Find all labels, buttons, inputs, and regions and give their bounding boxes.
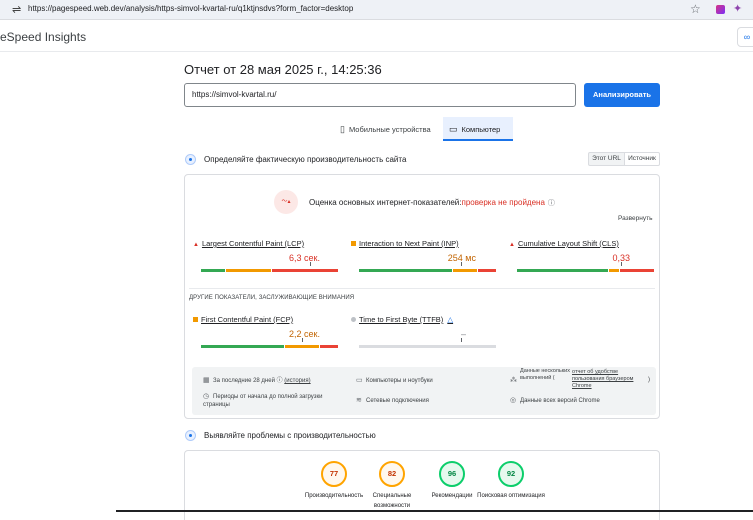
info-devices: ▭ Компьютеры и ноутбуки [356, 377, 433, 385]
field-section-title: Определяйте фактическую производительнос… [204, 155, 407, 164]
metric-cls-name: Cumulative Layout Shift (CLS) [517, 239, 619, 248]
cwv-assessment: Оценка основных интернет-показателей:про… [309, 198, 555, 208]
other-metrics-label: ДРУГИЕ ПОКАЗАТЕЛИ, ЗАСЛУЖИВАЮЩИЕ ВНИМАНИ… [189, 295, 355, 301]
app-brand[interactable]: eSpeed Insights [0, 30, 86, 44]
metric-ttfb[interactable]: Time to First Byte (TTFB) △ [351, 315, 453, 324]
metric-cls-bar [517, 269, 655, 272]
tab-mobile-label: Мобильные устройства [348, 125, 431, 134]
info-versions-text: Данные всех версий Chrome [520, 398, 600, 404]
browser-address-bar[interactable]: ⇌ https://pagespeed.web.dev/analysis/htt… [0, 0, 753, 20]
metric-fcp-value: 2,2 сек. [289, 329, 320, 339]
metric-fcp-name: First Contentful Paint (FCP) [201, 315, 294, 324]
needs-improvement-square-icon [351, 241, 356, 246]
chrome-icon: ◎ [510, 397, 517, 404]
url-input[interactable]: https://simvol-kvartal.ru/ [184, 83, 576, 107]
info-crux-label: Данные нескольких выполнений ( [520, 368, 570, 381]
crux-report-link[interactable]: отчет об удобстве пользования браузером … [572, 369, 648, 390]
expand-button[interactable]: Развернуть [618, 215, 652, 222]
report-title: Отчет от 28 мая 2025 г., 14:25:36 [184, 62, 382, 77]
copy-link-icon[interactable]: ∞ [737, 27, 753, 47]
extension-puzzle-icon[interactable]: ✦ [733, 2, 742, 15]
history-link[interactable]: (история) [284, 378, 310, 384]
analyze-button[interactable]: Анализировать [584, 83, 660, 107]
metric-cls-value: 0,33 [612, 253, 630, 263]
info-network-text: Сетевые подключения [366, 398, 429, 404]
poor-triangle-icon: ▲ [193, 242, 199, 248]
experimental-flask-icon: △ [447, 315, 454, 324]
score-gauge-performance[interactable]: 77 [321, 461, 347, 487]
metric-lcp-bar [201, 269, 339, 272]
laptop-icon: ▭ [449, 124, 458, 134]
site-settings-icon[interactable]: ⇌ [12, 3, 21, 16]
section-divider [189, 288, 655, 289]
users-icon: ⁂ [510, 377, 517, 384]
metric-inp-name: Interaction to Next Paint (INP) [359, 239, 459, 248]
metric-lcp[interactable]: ▲ Largest Contentful Paint (LCP) [193, 239, 304, 248]
help-icon[interactable]: ⓘ [277, 378, 283, 384]
metric-lcp-marker [310, 262, 311, 266]
diagnose-section-title: Выявляйте проблемы с производительностью [204, 431, 376, 440]
metric-ttfb-name: Time to First Byte (TTFB) [359, 315, 444, 324]
info-network: ≋ Сетевые подключения [356, 397, 429, 405]
diagnose-icon [185, 430, 196, 441]
info-period-text: За последние 28 дней [213, 378, 275, 384]
calendar-icon: ▦ [203, 377, 210, 384]
metric-inp[interactable]: Interaction to Next Paint (INP) [351, 239, 459, 248]
info-versions: ◎ Данные всех версий Chrome [510, 397, 600, 405]
cwv-failed-icon: 〜▴ [274, 190, 298, 214]
metric-fcp-marker [302, 338, 303, 342]
app-header: eSpeed Insights ∞ [0, 20, 753, 52]
info-duration-text: Периоды от начала до полной загрузки стр… [203, 394, 323, 408]
needs-improvement-square-icon [193, 317, 198, 322]
metric-lcp-name: Largest Contentful Paint (LCP) [201, 239, 305, 248]
metric-cls[interactable]: ▲ Cumulative Layout Shift (CLS) [509, 239, 619, 248]
info-period: ▦ За последние 28 дней ⓘ (история) [203, 377, 311, 385]
metric-ttfb-bar [359, 345, 497, 348]
wifi-icon: ≋ [356, 397, 362, 404]
info-icon[interactable]: ⓘ [548, 200, 555, 207]
info-duration: ◷ Периоды от начала до полной загрузки ст… [203, 393, 343, 409]
phone-icon: ▯ [340, 124, 345, 134]
score-gauge-seo[interactable]: 92 [498, 461, 524, 487]
timer-icon: ◷ [203, 393, 210, 400]
field-data-icon [185, 154, 196, 165]
cwv-assessment-label: Оценка основных интернет-показателей: [309, 198, 462, 207]
score-label-seo: Поисковая оптимизация [477, 493, 545, 499]
tab-desktop[interactable]: ▭ Компьютер [443, 117, 513, 141]
cwv-assessment-result: проверка не пройдена [461, 198, 545, 207]
devices-icon: ▭ [356, 377, 363, 384]
tab-mobile[interactable]: ▯ Мобильные устройства [334, 117, 440, 141]
info-devices-text: Компьютеры и ноутбуки [366, 378, 433, 384]
poor-triangle-icon: ▲ [509, 242, 515, 248]
metric-fcp[interactable]: First Contentful Paint (FCP) [193, 315, 293, 324]
metric-cls-marker [621, 262, 622, 266]
address-url[interactable]: https://pagespeed.web.dev/analysis/https… [28, 4, 353, 13]
no-data-circle-icon [351, 317, 356, 322]
score-gauge-accessibility[interactable]: 82 [379, 461, 405, 487]
tab-desktop-label: Компьютер [461, 125, 501, 134]
this-url-toggle[interactable]: Этот URL [588, 152, 625, 166]
info-crux-close: ) [648, 377, 650, 383]
metric-inp-marker [461, 262, 462, 266]
metric-inp-bar [359, 269, 497, 272]
metric-ttfb-value: – [460, 329, 466, 339]
metric-ttfb-marker [461, 338, 462, 342]
metric-inp-value: 254 мс [447, 253, 476, 263]
bookmark-star-icon[interactable]: ☆ [690, 2, 701, 16]
origin-toggle[interactable]: Источник [624, 152, 660, 166]
score-gauge-best-practices[interactable]: 96 [439, 461, 465, 487]
metric-fcp-bar [201, 345, 339, 348]
extension-icon[interactable] [716, 5, 725, 14]
